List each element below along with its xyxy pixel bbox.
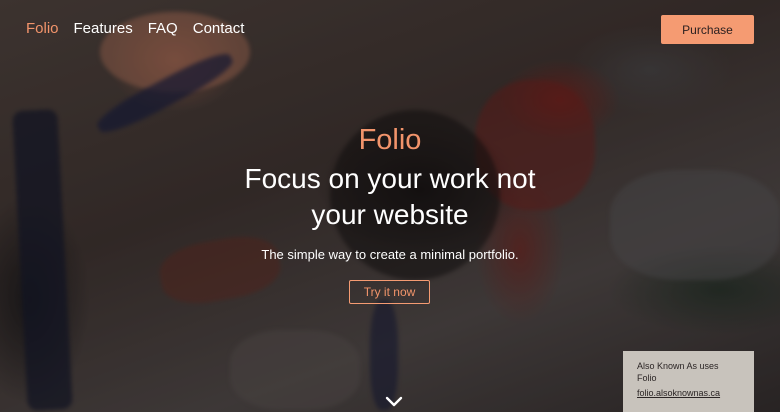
chevron-down-icon[interactable] (385, 396, 403, 408)
try-it-now-button[interactable]: Try it now (349, 280, 430, 304)
hero-tagline: The simple way to create a minimal portf… (261, 247, 519, 262)
hero-brand: Folio (358, 124, 422, 156)
nav-item-faq[interactable]: FAQ (148, 20, 178, 37)
hero-headline-line1: Focus on your work not (244, 163, 536, 194)
credit-box: Also Known As uses Folio folio.alsoknown… (623, 351, 754, 412)
main-nav: Folio Features FAQ Contact (26, 20, 244, 37)
nav-item-folio[interactable]: Folio (26, 20, 59, 37)
hero-section: Folio Features FAQ Contact Purchase Foli… (0, 0, 780, 412)
credit-link[interactable]: folio.alsoknownas.ca (637, 387, 740, 399)
purchase-button[interactable]: Purchase (661, 15, 754, 44)
hero-headline: Focus on your work not your website (0, 161, 780, 233)
credit-text: Also Known As uses Folio (637, 361, 719, 383)
nav-item-contact[interactable]: Contact (193, 20, 245, 37)
nav-item-features[interactable]: Features (74, 20, 133, 37)
hero-headline-line2: your website (311, 199, 469, 230)
